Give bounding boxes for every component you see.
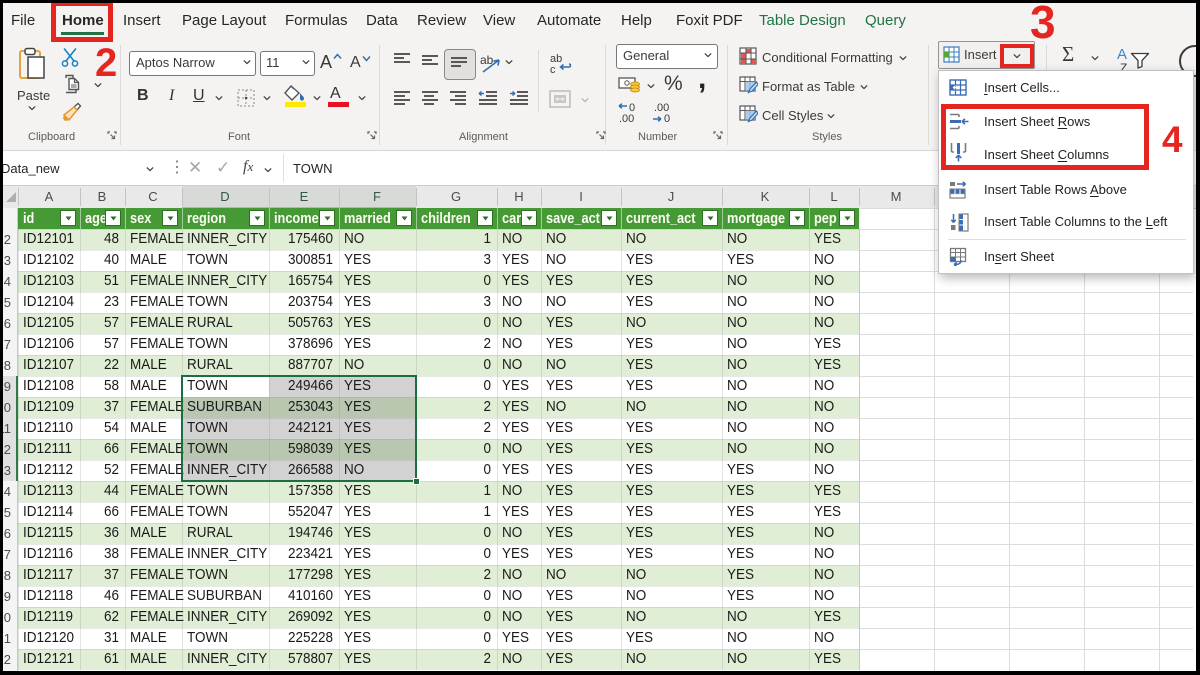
- svg-text:c: c: [550, 64, 556, 74]
- svg-text:.00: .00: [619, 113, 634, 124]
- svg-text:0: 0: [664, 113, 670, 124]
